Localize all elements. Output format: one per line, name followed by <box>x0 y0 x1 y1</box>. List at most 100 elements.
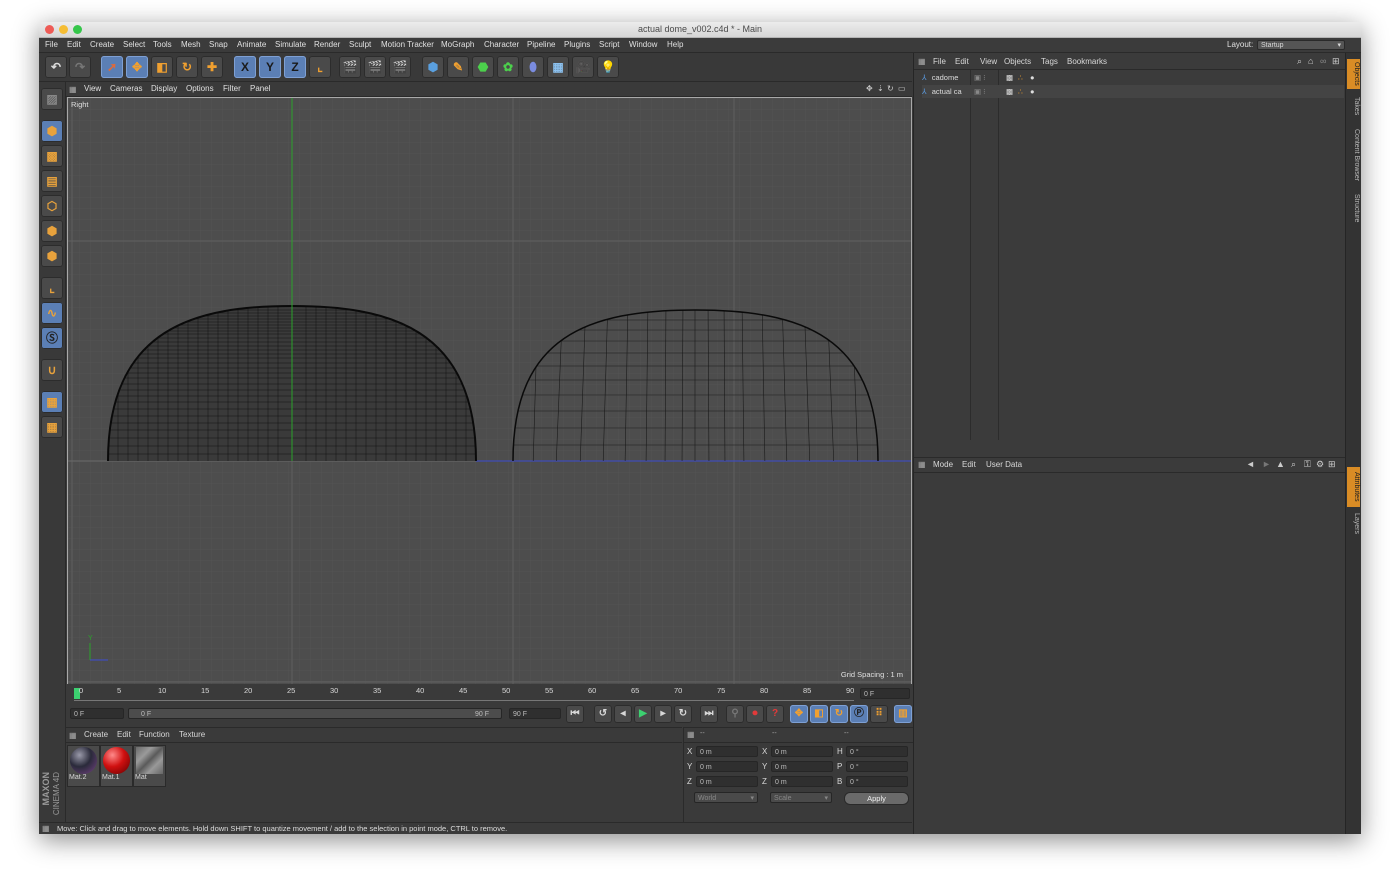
polygons-mode-button[interactable]: ⬢ <box>41 245 63 267</box>
viewport-menu-view[interactable]: View <box>84 82 101 96</box>
make-editable-button[interactable]: ▨ <box>41 88 63 110</box>
viewport-move-icon[interactable]: ✥ <box>866 82 873 96</box>
viewport-right[interactable]: Right Y Grid Spacing : 1 m <box>67 97 912 685</box>
pos-x-field[interactable]: 0 m <box>696 746 758 757</box>
search-icon[interactable]: ⌕ <box>1291 459 1296 470</box>
material-tag-icon[interactable]: ● <box>1030 71 1035 84</box>
viewport-menu-filter[interactable]: Filter <box>223 82 241 96</box>
key-pla-button[interactable]: ⠿ <box>870 705 888 723</box>
menu-script[interactable]: Script <box>599 38 619 52</box>
menu-file[interactable]: File <box>45 38 58 52</box>
viewport-rotate-icon[interactable]: ↻ <box>887 82 894 96</box>
attributes-menu-edit[interactable]: Edit <box>962 460 976 469</box>
viewport-menu-display[interactable]: Display <box>151 82 177 96</box>
material-swatch[interactable]: Mat.1 <box>100 745 133 787</box>
coordinate-system-button[interactable]: ⌞ <box>309 56 331 78</box>
snap-button[interactable]: ∪ <box>41 359 63 381</box>
material-tag-icon[interactable]: ● <box>1030 85 1035 98</box>
menu-mesh[interactable]: Mesh <box>181 38 201 52</box>
material-menu-edit[interactable]: Edit <box>117 730 131 739</box>
menu-plugins[interactable]: Plugins <box>564 38 590 52</box>
previous-frame-button[interactable]: ◂ <box>614 705 632 723</box>
viewport-zoom-icon[interactable]: ⇣ <box>877 82 884 96</box>
workplane-mode-button[interactable]: ▤ <box>41 170 63 192</box>
close-window-button[interactable] <box>45 25 54 34</box>
go-to-start-button[interactable]: ⏮ <box>566 705 584 723</box>
objects-menu-edit[interactable]: Edit <box>955 57 969 66</box>
rot-h-field[interactable]: 0 ° <box>846 746 908 757</box>
phong-tag-icon[interactable]: ∴ <box>1018 71 1023 84</box>
key-parameter-button[interactable]: Ⓟ <box>850 705 868 723</box>
objects-menu-bookmarks[interactable]: Bookmarks <box>1067 57 1107 66</box>
y-axis-button[interactable]: Y <box>259 56 281 78</box>
z-axis-button[interactable]: Z <box>284 56 306 78</box>
recent-tools-button[interactable]: ✚ <box>201 56 223 78</box>
floor-button[interactable]: ▦ <box>547 56 569 78</box>
new-window-icon[interactable]: ⊞ <box>1328 459 1336 470</box>
frame-range-slider[interactable]: 0 F 90 F <box>128 708 502 719</box>
rot-b-field[interactable]: 0 ° <box>846 776 908 787</box>
rotate-tool-button[interactable]: ↻ <box>176 56 198 78</box>
menu-tools[interactable]: Tools <box>153 38 172 52</box>
viewport-menu-options[interactable]: Options <box>186 82 214 96</box>
light-button[interactable]: 💡 <box>597 56 619 78</box>
planar-workplane-button[interactable]: ▦ <box>41 416 63 438</box>
apply-button[interactable]: Apply <box>844 792 909 805</box>
menu-select[interactable]: Select <box>123 38 145 52</box>
lock-icon[interactable]: ⚿ <box>1304 459 1311 470</box>
viewport-menu-cameras[interactable]: Cameras <box>110 82 142 96</box>
material-menu-create[interactable]: Create <box>84 730 108 739</box>
tab-layers[interactable]: Layers <box>1347 511 1360 537</box>
timeline-ruler[interactable]: 0 5 10 15 20 25 30 35 40 45 50 55 60 65 … <box>74 686 854 701</box>
cloner-button[interactable]: ✿ <box>497 56 519 78</box>
tab-content-browser[interactable]: Content Browser <box>1347 123 1360 187</box>
attributes-menu-user-data[interactable]: User Data <box>986 460 1022 469</box>
material-menu-function[interactable]: Function <box>139 730 170 739</box>
rot-p-field[interactable]: 0 ° <box>846 761 908 772</box>
pen-spline-button[interactable]: ✎ <box>447 56 469 78</box>
timeline-button[interactable]: ▥ <box>894 705 912 723</box>
key-scale-button[interactable]: ◧ <box>810 705 828 723</box>
menu-pipeline[interactable]: Pipeline <box>527 38 555 52</box>
size-mode-select[interactable]: Scale ▾ <box>770 792 832 803</box>
size-x-field[interactable]: 0 m <box>771 746 833 757</box>
start-frame-field[interactable]: 0 F <box>70 708 124 719</box>
objects-menu-view[interactable]: View <box>980 57 997 66</box>
go-to-end-button[interactable]: ⏭ <box>700 705 718 723</box>
render-picture-viewer-button[interactable]: 🎬 <box>364 56 386 78</box>
tab-objects[interactable]: Objects <box>1347 59 1360 89</box>
tab-structure[interactable]: Structure <box>1347 190 1360 226</box>
pos-z-field[interactable]: 0 m <box>696 776 758 787</box>
key-rotation-button[interactable]: ↻ <box>830 705 848 723</box>
tab-attributes[interactable]: Attributes <box>1347 467 1360 507</box>
camera-button[interactable]: 🎥 <box>572 56 594 78</box>
home-icon[interactable]: ⌂ <box>1308 56 1313 66</box>
attributes-menu-mode[interactable]: Mode <box>933 460 953 469</box>
scale-tool-button[interactable]: ◧ <box>151 56 173 78</box>
size-y-field[interactable]: 0 m <box>771 761 833 772</box>
menu-snap[interactable]: Snap <box>209 38 228 52</box>
solo-button[interactable]: Ⓢ <box>41 327 63 349</box>
new-window-icon[interactable]: ⊞ <box>1332 56 1340 67</box>
keyframe-selection-button[interactable]: ? <box>766 705 784 723</box>
material-swatch[interactable]: Mat <box>133 745 166 787</box>
subdivision-surface-button[interactable]: ⬣ <box>472 56 494 78</box>
layout-select[interactable]: Startup ▾ <box>1257 40 1345 50</box>
viewport-menu-panel[interactable]: Panel <box>250 82 270 96</box>
tab-takes[interactable]: Takes <box>1347 93 1360 119</box>
size-z-field[interactable]: 0 m <box>771 776 833 787</box>
menu-create[interactable]: Create <box>90 38 114 52</box>
menu-motion-tracker[interactable]: Motion Tracker <box>381 38 434 52</box>
forward-arrow-icon[interactable]: ► <box>1262 459 1271 469</box>
visibility-toggle-icon[interactable]: ▣ ⁝ <box>974 85 986 98</box>
x-axis-button[interactable]: X <box>234 56 256 78</box>
menu-help[interactable]: Help <box>667 38 683 52</box>
edges-mode-button[interactable]: ⬢ <box>41 220 63 242</box>
menu-window[interactable]: Window <box>629 38 657 52</box>
play-button[interactable]: ▶ <box>634 705 652 723</box>
points-mode-button[interactable]: ⬡ <box>41 195 63 217</box>
link-icon[interactable]: ∞ <box>1320 56 1326 66</box>
visibility-toggle-icon[interactable]: ▣ ⁝ <box>974 71 986 84</box>
render-settings-button[interactable]: 🎬 <box>389 56 411 78</box>
key-position-button[interactable]: ✥ <box>790 705 808 723</box>
